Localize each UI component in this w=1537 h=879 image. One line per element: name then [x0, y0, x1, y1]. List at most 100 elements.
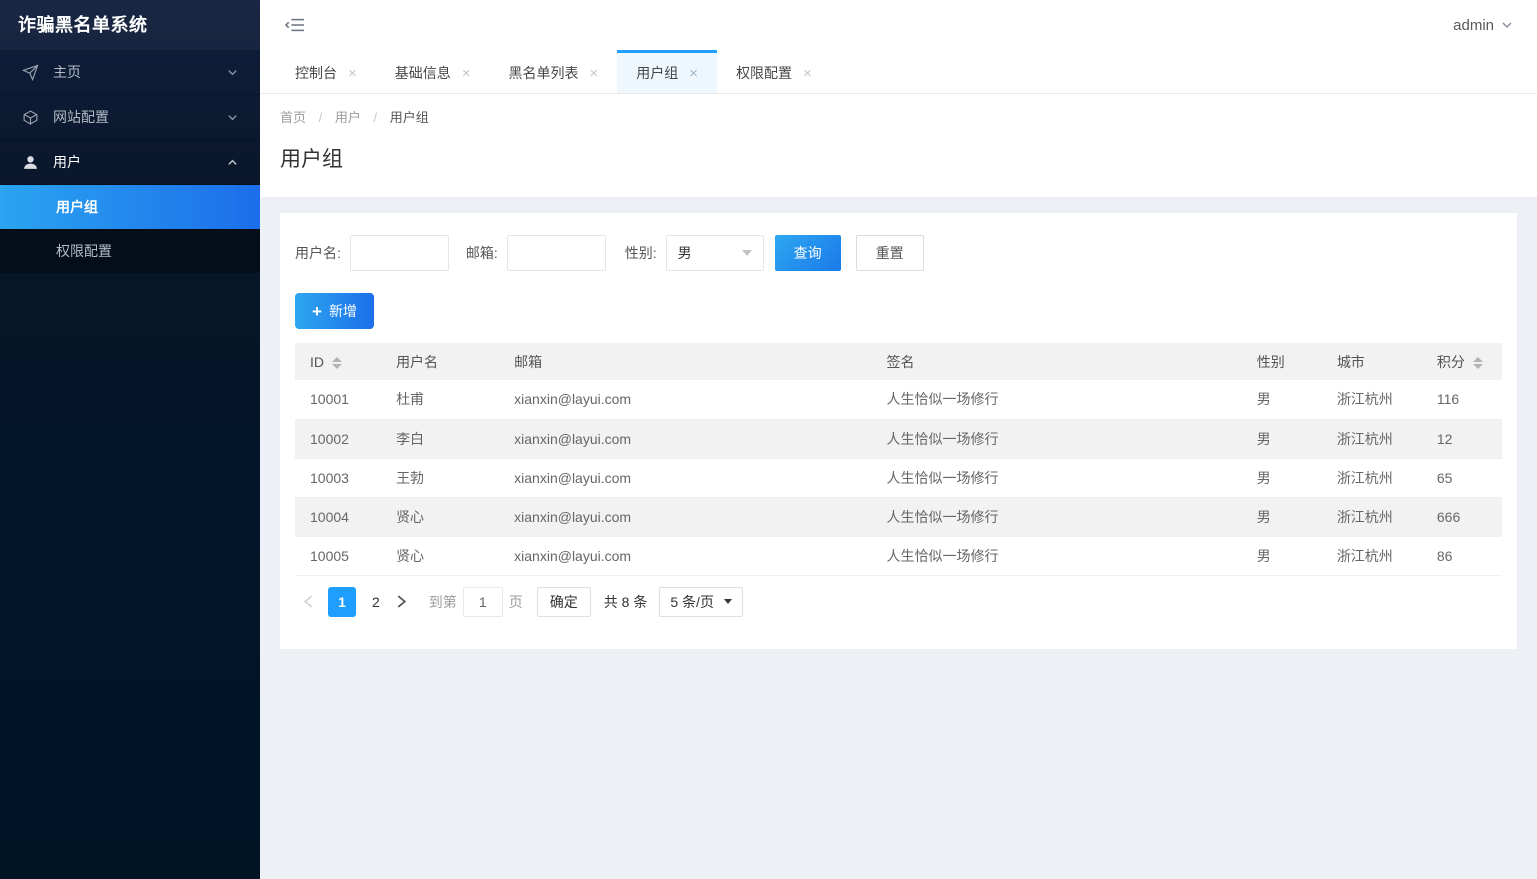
prev-page-button[interactable]: [295, 587, 321, 617]
column-header-score[interactable]: 积分: [1421, 343, 1502, 380]
cell-score: 116: [1421, 380, 1502, 420]
sidebar-item-label: 用户组: [56, 199, 98, 215]
table-row[interactable]: 10002 李白 xianxin@layui.com 人生恰似一场修行 男 浙江…: [295, 419, 1502, 459]
tab-console[interactable]: 控制台 ×: [276, 50, 376, 93]
cell-email: xianxin@layui.com: [499, 497, 872, 537]
cell-username: 王勃: [381, 458, 500, 498]
tab-label: 控制台: [295, 65, 337, 81]
sort-icon[interactable]: [1472, 356, 1483, 369]
sort-icon[interactable]: [332, 356, 342, 369]
page-unit-label: 页: [508, 593, 523, 610]
breadcrumb-home[interactable]: 首页: [280, 110, 306, 125]
cell-city: 浙江杭州: [1321, 536, 1422, 576]
tab-basic-info[interactable]: 基础信息 ×: [376, 50, 490, 93]
add-button-label: 新增: [328, 303, 357, 319]
cell-email: xianxin@layui.com: [499, 536, 872, 576]
cell-sign: 人生恰似一场修行: [871, 419, 1242, 459]
chevron-right-icon: [397, 595, 407, 608]
page-number[interactable]: 2: [363, 594, 389, 610]
cell-city: 浙江杭州: [1321, 380, 1422, 420]
cell-id: 10002: [295, 419, 382, 459]
close-icon[interactable]: ×: [803, 66, 812, 81]
user-table: ID 用户名 邮箱 签名 性别 城市 积分 10001 杜甫 xianxin@l…: [295, 343, 1502, 576]
column-header-city: 城市: [1321, 343, 1422, 380]
sidebar-item-label: 网站配置: [53, 109, 109, 125]
table-row[interactable]: 10004 贤心 xianxin@layui.com 人生恰似一场修行 男 浙江…: [295, 497, 1502, 537]
sidebar-item-home[interactable]: 主页: [0, 50, 260, 95]
sidebar-item-users[interactable]: 用户: [0, 140, 260, 185]
close-icon[interactable]: ×: [348, 66, 357, 81]
sidebar-item-user-group[interactable]: 用户组: [0, 185, 260, 229]
per-page-value: 5 条/页: [670, 593, 714, 610]
tab-bar: 控制台 × 基础信息 × 黑名单列表 × 用户组 × 权限配置 ×: [260, 50, 1537, 94]
close-icon[interactable]: ×: [590, 66, 599, 81]
confirm-page-button[interactable]: 确定: [536, 586, 591, 617]
next-page-button[interactable]: [389, 587, 415, 617]
cell-city: 浙江杭州: [1321, 497, 1422, 537]
content-card: 用户名: 邮箱: 性别: 男 查询 重置 + 新增 ID 用户名 邮箱 签名 性…: [280, 213, 1517, 649]
cell-username: 贤心: [381, 497, 500, 537]
add-button[interactable]: + 新增: [295, 293, 374, 329]
table-row[interactable]: 10001 杜甫 xianxin@layui.com 人生恰似一场修行 男 浙江…: [295, 380, 1502, 420]
table-row[interactable]: 10003 王勃 xianxin@layui.com 人生恰似一场修行 男 浙江…: [295, 458, 1502, 498]
goto-page-label: 到第: [428, 593, 457, 610]
sidebar-item-site-config[interactable]: 网站配置: [0, 95, 260, 140]
user-menu[interactable]: admin: [1453, 17, 1513, 34]
cell-gender: 男: [1241, 419, 1322, 459]
username-input[interactable]: [349, 235, 449, 271]
cell-username: 杜甫: [381, 380, 500, 420]
sidebar-item-label: 主页: [53, 64, 81, 80]
breadcrumb-users[interactable]: 用户: [335, 110, 361, 125]
table-header-row: ID 用户名 邮箱 签名 性别 城市 积分: [295, 343, 1502, 380]
sidebar-item-permission-config[interactable]: 权限配置: [0, 229, 260, 273]
tab-label: 权限配置: [736, 65, 793, 81]
cell-username: 贤心: [381, 536, 500, 576]
cell-id: 10001: [295, 380, 382, 420]
search-button[interactable]: 查询: [774, 235, 841, 271]
chevron-down-icon: [228, 69, 237, 75]
cell-email: xianxin@layui.com: [499, 419, 872, 459]
column-header-id[interactable]: ID: [295, 343, 382, 380]
username-label: admin: [1453, 16, 1494, 34]
topbar: admin: [260, 0, 1537, 50]
per-page-select[interactable]: 5 条/页: [659, 586, 743, 617]
cell-score: 65: [1421, 458, 1502, 498]
menu-fold-icon[interactable]: [284, 16, 306, 34]
sidebar-submenu-users: 用户组 权限配置: [0, 185, 260, 273]
sidebar: 诈骗黑名单系统 主页 网站配置 用户 用户组 权限配置: [0, 0, 260, 879]
sidebar-nav: 主页 网站配置 用户 用户组 权限配置: [0, 50, 260, 273]
cell-username: 李白: [381, 419, 500, 459]
sidebar-item-label: 用户: [53, 154, 81, 170]
cell-score: 86: [1421, 536, 1502, 576]
close-icon[interactable]: ×: [462, 66, 471, 81]
column-header-email: 邮箱: [499, 343, 872, 380]
tab-label: 基础信息: [394, 65, 451, 81]
pagination: 1 2 到第 页 确定 共 8 条 5 条/页: [295, 586, 1502, 617]
cell-score: 666: [1421, 497, 1502, 537]
gender-selected-value: 男: [677, 245, 692, 261]
gender-select[interactable]: 男: [665, 235, 764, 271]
goto-page-input[interactable]: [462, 586, 503, 617]
sidebar-item-label: 权限配置: [56, 243, 112, 259]
cell-gender: 男: [1241, 458, 1322, 498]
cell-sign: 人生恰似一场修行: [871, 380, 1242, 420]
cube-icon: [23, 109, 38, 125]
close-icon[interactable]: ×: [689, 66, 698, 81]
tab-user-group[interactable]: 用户组 ×: [617, 50, 718, 93]
tab-blacklist[interactable]: 黑名单列表 ×: [490, 50, 618, 93]
page-number-current[interactable]: 1: [328, 586, 356, 617]
chevron-up-icon: [228, 159, 237, 165]
caret-down-icon: [723, 599, 732, 604]
table-row[interactable]: 10005 贤心 xianxin@layui.com 人生恰似一场修行 男 浙江…: [295, 536, 1502, 576]
column-header-username: 用户名: [381, 343, 500, 380]
cell-id: 10004: [295, 497, 382, 537]
gender-label: 性别:: [624, 245, 657, 261]
reset-button[interactable]: 重置: [855, 235, 924, 271]
breadcrumb-separator: /: [373, 110, 378, 125]
send-icon: [22, 63, 39, 81]
tab-permission-config[interactable]: 权限配置 ×: [717, 50, 831, 93]
total-count-label: 共 8 条: [603, 593, 648, 610]
email-input[interactable]: [506, 235, 606, 271]
caret-down-icon: [741, 250, 752, 256]
cell-city: 浙江杭州: [1321, 419, 1422, 459]
